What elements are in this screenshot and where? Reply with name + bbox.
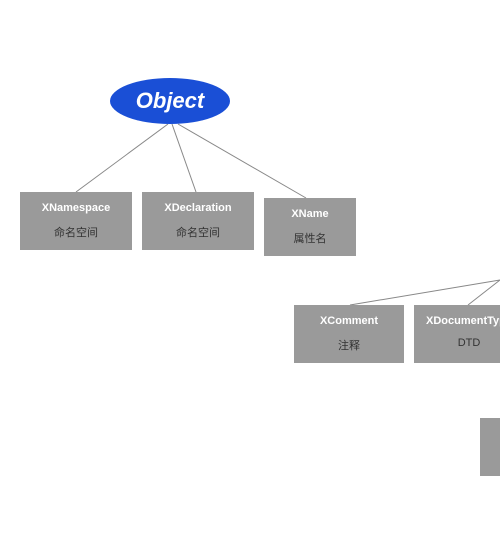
node-xnamespace: XNamespace 命名空间 <box>20 192 132 250</box>
node-title: XComment <box>294 315 404 327</box>
node-subtitle: 命名空间 <box>20 224 132 240</box>
node-title: XDeclaration <box>142 202 254 214</box>
node-subtitle: 属性名 <box>264 230 356 246</box>
root-node-object: Object <box>110 78 230 124</box>
node-xdocumenttype: XDocumentType DTD <box>414 305 500 363</box>
node-xname: XName 属性名 <box>264 198 356 256</box>
connector-lines <box>0 0 500 548</box>
diagram-canvas: Object XNamespace命名空间XDeclaration命名空间XNa… <box>0 0 500 548</box>
node-subtitle: 注释 <box>294 337 404 353</box>
node-subtitle: DTD <box>414 337 500 349</box>
node-title: XElement <box>480 428 500 440</box>
node-title: XDocumentType <box>414 315 500 327</box>
node-subtitle: 元素 <box>480 450 500 466</box>
node-subtitle: 命名空间 <box>142 224 254 240</box>
node-xdeclaration: XDeclaration 命名空间 <box>142 192 254 250</box>
node-xelement: XElement 元素 <box>480 418 500 476</box>
root-label: Object <box>136 88 204 114</box>
node-xcomment: XComment 注释 <box>294 305 404 363</box>
node-title: XNamespace <box>20 202 132 214</box>
node-title: XName <box>264 208 356 220</box>
